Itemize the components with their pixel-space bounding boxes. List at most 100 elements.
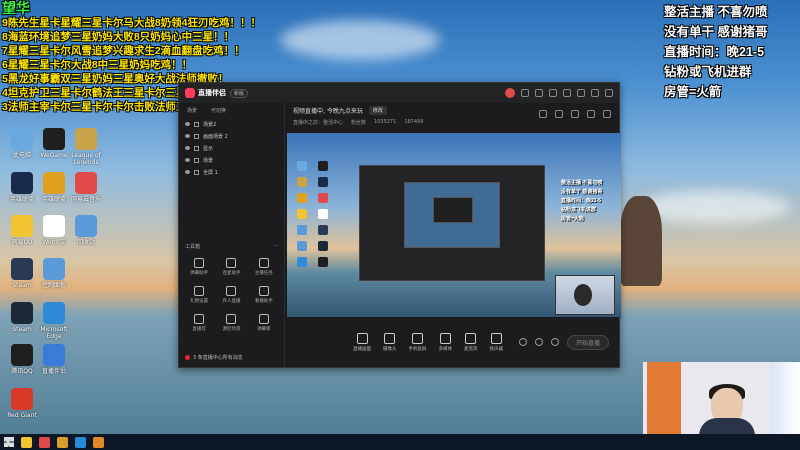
- app-icon: [43, 344, 65, 366]
- media-button[interactable]: 多媒体: [439, 332, 452, 352]
- preview-app-icon: [296, 161, 307, 171]
- eye-icon[interactable]: [185, 122, 190, 126]
- preview-app-icon: [296, 241, 307, 251]
- eye-icon[interactable]: [185, 134, 190, 138]
- scene-item[interactable]: 全屏 1: [179, 166, 284, 178]
- control-label: 摄像头: [383, 346, 397, 352]
- stream-title: 视频直播中, 今晚九点来玩: [293, 108, 363, 115]
- skin-icon[interactable]: [549, 89, 557, 97]
- tool-button[interactable]: 连麦助手: [215, 258, 247, 276]
- phone-cast-button[interactable]: 手机投屏: [409, 332, 427, 352]
- overlay-info-line: 钻粉或飞机进群: [664, 65, 752, 79]
- app-logo: 直播伴侣: [185, 88, 226, 98]
- preview-app-icon: [296, 177, 307, 187]
- edit-title-button[interactable]: 修改: [368, 106, 387, 115]
- settings-icon[interactable]: [521, 89, 529, 97]
- preview-overlay-text: 整活主播 不喜勿喷 没有单干 感谢猪哥 直播时间：晚21-5 钻粉或飞机进群 房…: [561, 179, 617, 224]
- preview-app-icon: [317, 257, 328, 267]
- scene-item[interactable]: 场景: [179, 154, 284, 166]
- camera-button[interactable]: 摄像头: [383, 332, 397, 352]
- tab-switchable[interactable]: 可切换: [211, 107, 226, 114]
- app-icon[interactable]: [93, 436, 104, 448]
- desktop-shortcut[interactable]: Steam: [4, 258, 40, 289]
- clip-icon[interactable]: [535, 338, 543, 346]
- window-titlebar[interactable]: 直播伴侣 新版: [179, 83, 619, 103]
- desktop-shortcut[interactable]: Red Giant: [4, 388, 40, 419]
- app-icon[interactable]: [39, 436, 50, 448]
- scene-item[interactable]: 显示: [179, 142, 284, 154]
- tool-label: 主播任务: [254, 271, 273, 276]
- speaker-button[interactable]: 扬声器: [490, 332, 503, 352]
- desktop-shortcut[interactable]: Steam: [4, 302, 40, 333]
- link-icon[interactable]: [603, 110, 611, 118]
- tool-button[interactable]: 源控场景: [215, 314, 247, 332]
- app-icon: [43, 172, 65, 194]
- scene-item[interactable]: 画面场景 2: [179, 130, 284, 142]
- rock-formation: [620, 196, 662, 286]
- stream-preview[interactable]: 整活主播 不喜勿喷 没有单干 感谢猪哥 直播时间：晚21-5 钻粉或飞机进群 房…: [287, 133, 621, 319]
- desktop-shortcut[interactable]: WeGame: [36, 128, 72, 159]
- menu-icon[interactable]: [563, 89, 571, 97]
- tool-button[interactable]: 直播音: [183, 314, 215, 332]
- desktop-shortcut[interactable]: 直播伴侣: [36, 344, 72, 375]
- wegame-icon[interactable]: [57, 436, 68, 448]
- desktop-shortcut[interactable]: 回收站: [68, 215, 104, 246]
- stream-category[interactable]: 直播中之前：整活中心: [293, 119, 343, 126]
- nested-preview: [404, 182, 500, 248]
- desktop-shortcut[interactable]: 此电脑: [4, 128, 40, 159]
- app-icon: [43, 128, 65, 150]
- eye-icon[interactable]: [185, 158, 190, 162]
- message-tip[interactable]: 3 条直播中心所有消息: [185, 354, 243, 361]
- message-icon[interactable]: [535, 89, 543, 97]
- version-badge[interactable]: 新版: [230, 88, 249, 98]
- microphone-button[interactable]: 麦克风: [464, 332, 478, 352]
- tool-icon: [226, 286, 237, 296]
- desktop-shortcut[interactable]: 网易云音乐: [68, 172, 104, 203]
- tool-button[interactable]: 开人直播: [215, 286, 247, 304]
- app-icon: [11, 344, 33, 366]
- desktop-shortcut[interactable]: 英雄联盟: [36, 172, 72, 203]
- desktop-shortcut[interactable]: Microsoft Edge: [36, 302, 72, 340]
- live-companion-window[interactable]: 直播伴侣 新版 场景 可切换 场景2 画面场景 2 显示 场景 全屏 1 工具箱…: [178, 82, 621, 368]
- preview-app-icon: [317, 241, 328, 251]
- maximize-icon[interactable]: [591, 89, 599, 97]
- scene-item[interactable]: 场景2: [179, 118, 284, 130]
- desktop-shortcut[interactable]: Word 文: [36, 215, 72, 246]
- tool-label: 开人直播: [222, 299, 241, 304]
- taskbar: [0, 434, 800, 450]
- minimize-icon[interactable]: [577, 89, 585, 97]
- preview-app-icon: [317, 193, 328, 203]
- file-explorer-icon[interactable]: [21, 436, 32, 448]
- start-live-button[interactable]: 开始直播: [566, 334, 609, 350]
- desktop-shortcut[interactable]: 网易UU: [4, 215, 40, 246]
- close-icon[interactable]: [605, 89, 613, 97]
- tools-more-icon[interactable]: ⋯: [273, 243, 278, 250]
- eye-icon[interactable]: [185, 146, 190, 150]
- user-avatar[interactable]: [505, 88, 515, 98]
- tool-button[interactable]: 主播任务: [248, 258, 280, 276]
- tool-button[interactable]: 看播助手: [248, 286, 280, 304]
- tool-button[interactable]: 弹幕助手: [183, 258, 215, 276]
- camera-icon: [384, 332, 396, 344]
- record-icon[interactable]: [519, 338, 527, 346]
- gear-icon[interactable]: [551, 338, 559, 346]
- bell-icon[interactable]: [587, 110, 595, 118]
- share-icon[interactable]: [571, 110, 579, 118]
- gift-icon[interactable]: [539, 110, 547, 118]
- desktop-shortcut[interactable]: League of Legends: [68, 128, 104, 166]
- start-icon[interactable]: [4, 437, 14, 447]
- app-icon[interactable]: [75, 436, 86, 448]
- desktop-shortcut[interactable]: 腾讯QQ: [4, 344, 40, 375]
- tool-button[interactable]: 弹幕库: [248, 314, 280, 332]
- desktop-shortcut[interactable]: 英雄联盟: [4, 172, 40, 203]
- app-icon: [11, 388, 33, 410]
- preview-app-icon: [317, 177, 328, 187]
- eye-icon[interactable]: [185, 170, 190, 174]
- shortcut-label: Red Giant: [7, 412, 37, 419]
- lock-icon[interactable]: [555, 110, 563, 118]
- tool-button[interactable]: 礼物设置: [183, 286, 215, 304]
- screen-capture-button[interactable]: 直播画面: [353, 332, 371, 352]
- tool-label: 弹幕库: [257, 327, 271, 332]
- desktop-shortcut[interactable]: 控制面板: [36, 258, 72, 289]
- tab-scenes[interactable]: 场景: [187, 107, 197, 114]
